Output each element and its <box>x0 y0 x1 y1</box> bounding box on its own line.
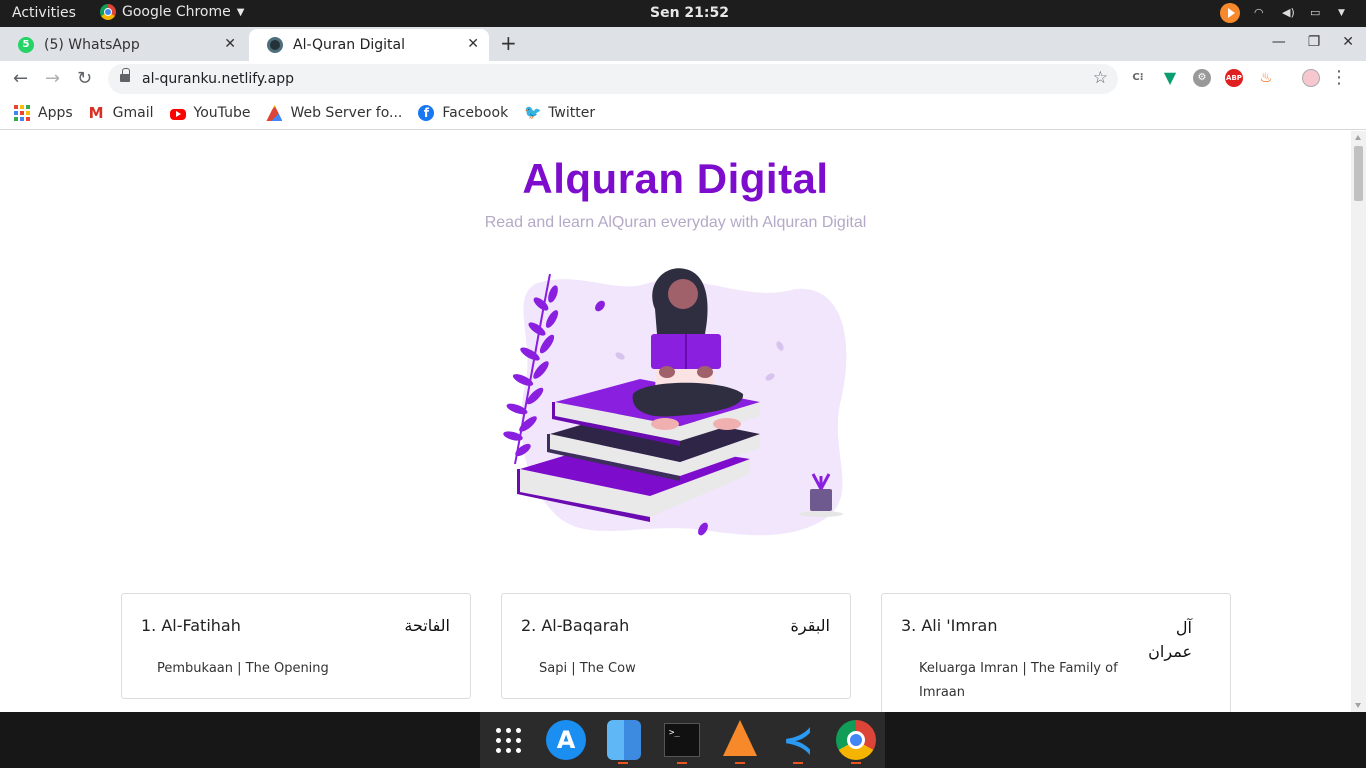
whatsapp-icon: 5 <box>18 37 34 53</box>
surah-meaning: Pembukaan | The Opening <box>157 661 329 676</box>
tab-title: (5) WhatsApp <box>44 37 140 53</box>
surah-card-ali-imran[interactable]: 3. Ali 'Imran آل عمران Keluarga Imran | … <box>881 593 1231 712</box>
show-applications-icon[interactable] <box>488 720 528 760</box>
page-scrollbar[interactable] <box>1351 131 1366 712</box>
apps-grid-icon <box>14 105 30 121</box>
running-indicator <box>618 762 628 764</box>
adblock-icon[interactable]: ABP <box>1225 69 1243 87</box>
vlc-tray-icon[interactable] <box>1220 3 1240 23</box>
running-indicator <box>851 762 861 764</box>
app-menu[interactable]: Google Chrome ▼ <box>100 4 244 20</box>
gmail-icon: M <box>88 104 104 122</box>
extension-flame-icon[interactable]: ♨ <box>1257 69 1275 87</box>
vue-devtools-icon[interactable]: ▼ <box>1161 69 1179 87</box>
web-server-icon <box>266 105 283 121</box>
twitter-icon: 🐦 <box>524 105 542 121</box>
vlc-icon[interactable] <box>723 720 757 756</box>
bookmark-label: Facebook <box>442 105 509 121</box>
bookmark-facebook[interactable]: f Facebook <box>418 105 508 121</box>
new-tab-button[interactable]: + <box>500 31 517 55</box>
surah-meaning: Keluarga Imran | The Family of Imraan <box>919 657 1118 705</box>
wifi-icon: ◠ <box>1254 6 1264 19</box>
bookmark-twitter[interactable]: 🐦 Twitter <box>524 105 595 121</box>
quran-site-icon <box>267 37 283 53</box>
application-dock: A >_ ≺ <box>480 712 885 768</box>
surah-meaning: Sapi | The Cow <box>539 661 636 676</box>
bookmarks-bar: Apps M Gmail YouTube Web Server fo... f … <box>0 97 1366 130</box>
app-menu-label: Google Chrome <box>122 4 231 20</box>
chrome-icon <box>100 4 116 20</box>
running-indicator <box>793 762 803 764</box>
youtube-icon <box>169 108 186 120</box>
chevron-down-icon: ▼ <box>1338 8 1345 18</box>
bookmark-label: YouTube <box>193 105 251 121</box>
scroll-up-arrow-icon[interactable] <box>1355 135 1361 140</box>
running-indicator <box>735 762 745 764</box>
bookmark-star-icon[interactable]: ☆ <box>1093 68 1108 88</box>
close-icon[interactable]: ✕ <box>467 36 479 52</box>
bookmark-label: Web Server fo... <box>290 105 403 121</box>
minimize-icon[interactable]: — <box>1272 34 1286 50</box>
surah-name: 3. Ali 'Imran <box>901 616 998 635</box>
web-page: Alquran Digital Read and learn AlQuran e… <box>0 131 1351 712</box>
bookmark-label: Apps <box>38 105 73 121</box>
finder-icon[interactable] <box>607 720 641 760</box>
surah-arabic-line: آل <box>1175 618 1192 637</box>
tab-strip: 5 (5) WhatsApp ✕ Al-Quran Digital ✕ + — … <box>0 27 1366 61</box>
facebook-icon: f <box>418 105 435 121</box>
tab-al-quran-digital[interactable]: Al-Quran Digital ✕ <box>249 29 489 61</box>
bookmark-youtube[interactable]: YouTube <box>169 105 251 121</box>
surah-name: 1. Al-Fatihah <box>141 616 241 635</box>
app-store-icon[interactable]: A <box>546 720 586 760</box>
running-indicator <box>677 762 687 764</box>
back-arrow-icon[interactable]: ← <box>13 68 28 89</box>
scroll-down-arrow-icon[interactable] <box>1355 703 1361 708</box>
surah-name: 2. Al-Baqarah <box>521 616 630 635</box>
chrome-menu-icon[interactable]: ⋮ <box>1330 69 1348 87</box>
reading-woman-illustration <box>503 268 847 536</box>
bookmark-web-server[interactable]: Web Server fo... <box>266 105 402 121</box>
bookmark-apps[interactable]: Apps <box>14 105 73 121</box>
surah-meaning-line: Imraan <box>919 685 966 700</box>
extension-c-icon[interactable]: C⁝ <box>1129 69 1147 87</box>
surah-arabic-name: البقرة <box>790 616 830 635</box>
close-window-icon[interactable]: ✕ <box>1342 34 1354 50</box>
volume-icon: ◀) <box>1282 6 1295 19</box>
lock-icon[interactable] <box>120 68 130 84</box>
reload-icon[interactable]: ↻ <box>77 68 92 89</box>
scrollbar-thumb[interactable] <box>1354 146 1363 201</box>
vscode-icon[interactable]: ≺ <box>778 720 818 760</box>
clock[interactable]: Sen 21:52 <box>650 5 729 21</box>
activities-button[interactable]: Activities <box>12 5 76 21</box>
surah-card-al-baqarah[interactable]: 2. Al-Baqarah البقرة Sapi | The Cow <box>501 593 851 699</box>
terminal-icon[interactable]: >_ <box>664 723 700 757</box>
system-tray[interactable]: ◠ ◀) ▭ ▼ <box>1220 3 1352 23</box>
tab-whatsapp[interactable]: 5 (5) WhatsApp ✕ <box>0 29 246 61</box>
forward-arrow-icon[interactable]: → <box>45 68 60 89</box>
address-bar[interactable]: al-quranku.netlify.app ☆ <box>108 64 1118 94</box>
bookmark-label: Gmail <box>112 105 154 121</box>
url-text[interactable]: al-quranku.netlify.app <box>142 71 294 87</box>
close-icon[interactable]: ✕ <box>224 36 236 52</box>
browser-toolbar: ← → ↻ al-quranku.netlify.app ☆ C⁝ ▼ ⚙ AB… <box>0 61 1366 97</box>
extension-gear-icon[interactable]: ⚙ <box>1193 69 1211 87</box>
page-title: Alquran Digital <box>522 155 829 202</box>
surah-arabic-name: الفاتحة <box>404 616 450 635</box>
surah-arabic-line: عمران <box>1148 642 1192 661</box>
chrome-icon[interactable] <box>836 720 876 760</box>
tab-title: Al-Quran Digital <box>293 37 405 53</box>
restore-icon[interactable]: ❐ <box>1308 34 1321 50</box>
window-controls: — ❐ ✕ <box>1272 34 1354 50</box>
system-top-bar: Activities Google Chrome ▼ Sen 21:52 ◠ ◀… <box>0 0 1366 27</box>
profile-avatar[interactable] <box>1302 69 1320 87</box>
surah-card-al-fatihah[interactable]: 1. Al-Fatihah الفاتحة Pembukaan | The Op… <box>121 593 471 699</box>
page-subtitle: Read and learn AlQuran everyday with Alq… <box>484 214 867 231</box>
chevron-down-icon: ▼ <box>236 6 245 18</box>
surah-meaning-line: Keluarga Imran | The Family of <box>919 661 1118 676</box>
surah-arabic-name: آل عمران <box>1148 616 1192 664</box>
bookmark-gmail[interactable]: M Gmail <box>89 105 154 121</box>
bookmark-label: Twitter <box>548 105 596 121</box>
battery-icon: ▭ <box>1310 6 1321 19</box>
